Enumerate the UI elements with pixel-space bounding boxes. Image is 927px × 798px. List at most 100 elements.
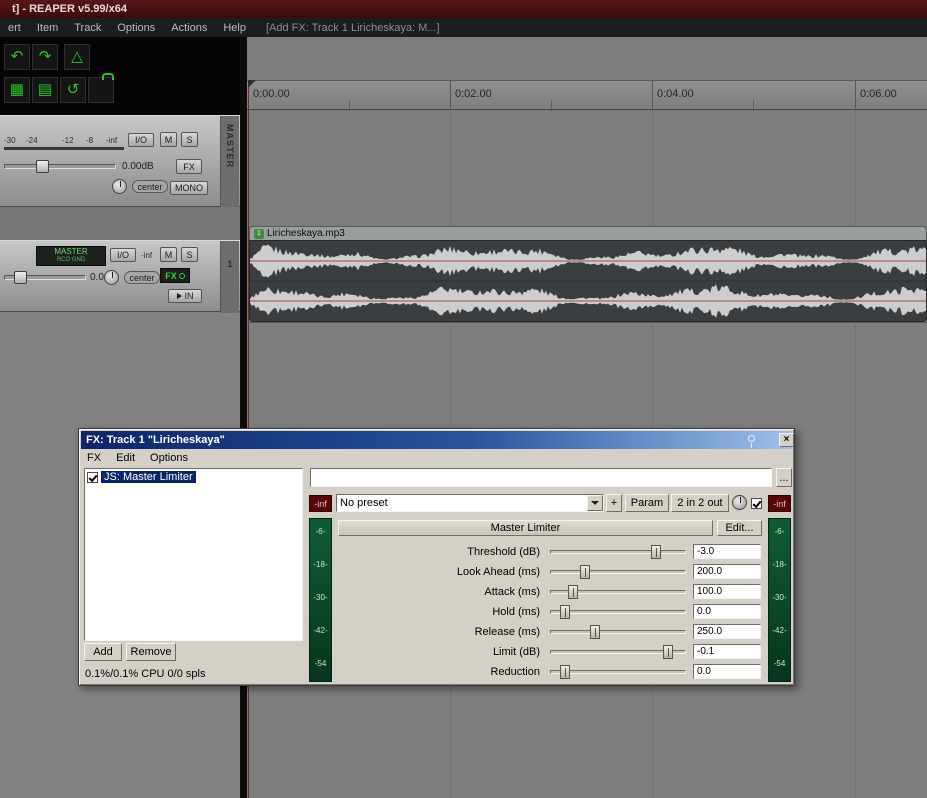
meter-left-readout: -inf xyxy=(309,495,332,512)
param-value[interactable]: 100.0 xyxy=(693,584,761,599)
fx-add-button[interactable]: Add xyxy=(84,643,122,661)
param-value[interactable]: 200.0 xyxy=(693,564,761,579)
menu-insert[interactable]: ert xyxy=(8,22,21,34)
slider-handle[interactable] xyxy=(663,645,673,659)
master-mute-button[interactable]: M xyxy=(160,132,177,147)
ruler-time-label: 0:06.00 xyxy=(860,88,897,100)
preset-save-button[interactable]: + xyxy=(606,494,622,512)
track1-io-button[interactable]: I/O xyxy=(110,248,136,262)
master-pan-knob[interactable] xyxy=(112,179,127,194)
param-value[interactable]: 250.0 xyxy=(693,624,761,639)
param-slider[interactable] xyxy=(550,625,686,639)
menubar: ert Item Track Options Actions Help [Add… xyxy=(0,18,927,37)
track1-input-button[interactable]: IN xyxy=(168,289,202,303)
master-volume-slider[interactable] xyxy=(4,164,116,169)
toolbar-envelope-button[interactable]: △ xyxy=(64,44,90,70)
slider-handle[interactable] xyxy=(580,565,590,579)
track-separator xyxy=(247,322,927,323)
panel-gap xyxy=(0,207,240,240)
pin-connector-button[interactable]: 2 in 2 out xyxy=(671,494,729,512)
param-slider[interactable] xyxy=(550,665,686,679)
track1-fx-button[interactable]: FX xyxy=(160,268,190,283)
fx-close-button[interactable]: × xyxy=(779,433,794,447)
param-value[interactable]: -3.0 xyxy=(693,544,761,559)
titlebar[interactable]: t] - REAPER v5.99/x64 xyxy=(0,0,927,18)
track1-strip[interactable]: 1 xyxy=(220,241,239,313)
toolbar-lock-button[interactable] xyxy=(88,77,114,103)
param-value[interactable]: 0.0 xyxy=(693,664,761,679)
plugin-panel: Master Limiter Edit... Threshold (dB) -3… xyxy=(336,520,763,682)
track1-pan-knob[interactable] xyxy=(104,270,119,285)
timeline-ruler[interactable]: 0:00.00 0:02.00 0:04.00 0:06.00 xyxy=(247,80,927,110)
param-value[interactable]: 0.0 xyxy=(693,604,761,619)
toolbar-undo-button[interactable]: ↶ xyxy=(4,44,30,70)
chevron-down-icon xyxy=(591,501,599,505)
pin-icon[interactable] xyxy=(748,435,755,442)
track1-solo-button[interactable]: S xyxy=(181,247,198,262)
master-strip[interactable]: MASTER xyxy=(220,116,239,208)
slider-handle[interactable] xyxy=(560,605,570,619)
master-strip-label: MASTER xyxy=(225,124,235,168)
fx-window[interactable]: FX: Track 1 "Liricheskaya" × FX Edit Opt… xyxy=(78,428,795,686)
fx-remove-button[interactable]: Remove xyxy=(126,643,176,661)
fx-plugin-list[interactable]: JS: Master Limiter xyxy=(84,468,303,641)
slider-handle[interactable] xyxy=(568,585,578,599)
param-slider[interactable] xyxy=(550,605,686,619)
param-label: Look Ahead (ms) xyxy=(336,564,546,580)
ruler-minor-tick xyxy=(349,100,350,111)
param-slider[interactable] xyxy=(550,645,686,659)
toolbar-ripple-button[interactable]: ↺ xyxy=(60,77,86,103)
param-button[interactable]: Param xyxy=(625,494,669,512)
param-slider[interactable] xyxy=(550,565,686,579)
master-volume-handle[interactable] xyxy=(36,160,49,173)
toolbar-redo-button[interactable]: ↷ xyxy=(32,44,58,70)
param-value[interactable]: -0.1 xyxy=(693,644,761,659)
param-slider[interactable] xyxy=(550,545,686,559)
track1-mute-button[interactable]: M xyxy=(160,247,177,262)
menu-actions[interactable]: Actions xyxy=(171,22,207,34)
fx-enable-checkbox[interactable] xyxy=(751,498,762,509)
toolbar-grid-button[interactable]: ▦ xyxy=(4,77,30,103)
media-item-body[interactable] xyxy=(249,240,927,322)
media-item[interactable]: 1 Liricheskaya.mp3 xyxy=(249,226,927,322)
fx-menu-options[interactable]: Options xyxy=(150,452,188,464)
slider-handle[interactable] xyxy=(590,625,600,639)
preset-dropdown[interactable]: No preset xyxy=(336,494,604,512)
slider-handle[interactable] xyxy=(560,665,570,679)
track1-volume-handle[interactable] xyxy=(14,271,27,284)
fx-window-titlebar[interactable]: FX: Track 1 "Liricheskaya" × xyxy=(81,431,792,449)
master-meter xyxy=(4,147,124,150)
plugin-enabled-checkbox[interactable] xyxy=(87,472,98,483)
ruler-minor-tick xyxy=(753,100,754,111)
param-label: Limit (dB) xyxy=(336,644,546,660)
fx-menu-fx[interactable]: FX xyxy=(87,452,101,464)
param-label: Hold (ms) xyxy=(336,604,546,620)
master-fx-button[interactable]: FX xyxy=(176,159,202,174)
toolbar-snap-button[interactable]: ▤ xyxy=(32,77,58,103)
waveform xyxy=(250,241,926,322)
param-slider[interactable] xyxy=(550,585,686,599)
track1-route-display[interactable]: MASTER RCO GND xyxy=(36,246,106,266)
dropdown-button[interactable] xyxy=(587,495,603,511)
menu-help[interactable]: Help xyxy=(223,22,246,34)
meter-scale-label: -24 xyxy=(26,136,38,145)
menu-track[interactable]: Track xyxy=(74,22,101,34)
slider-handle[interactable] xyxy=(651,545,661,559)
plugin-title-bar: Master Limiter xyxy=(338,520,713,536)
master-solo-button[interactable]: S xyxy=(181,132,198,147)
menu-options[interactable]: Options xyxy=(117,22,155,34)
fx-browse-button[interactable]: ... xyxy=(776,468,792,487)
menu-item[interactable]: Item xyxy=(37,22,58,34)
media-item-header[interactable]: 1 Liricheskaya.mp3 xyxy=(249,226,927,240)
take-icon: 1 xyxy=(254,229,264,239)
master-mono-button[interactable]: MONO xyxy=(170,181,208,195)
param-label: Release (ms) xyxy=(336,624,546,640)
master-io-button[interactable]: I/O xyxy=(128,133,154,147)
fx-name-field[interactable] xyxy=(310,468,772,487)
plugin-edit-button[interactable]: Edit... xyxy=(717,520,762,536)
fx-plugin-row[interactable]: JS: Master Limiter xyxy=(85,469,302,485)
track1-number: 1 xyxy=(227,259,232,269)
fx-menu-edit[interactable]: Edit xyxy=(116,452,135,464)
ruler-time-label: 0:00.00 xyxy=(253,88,290,100)
wet-dry-knob[interactable] xyxy=(732,495,747,510)
